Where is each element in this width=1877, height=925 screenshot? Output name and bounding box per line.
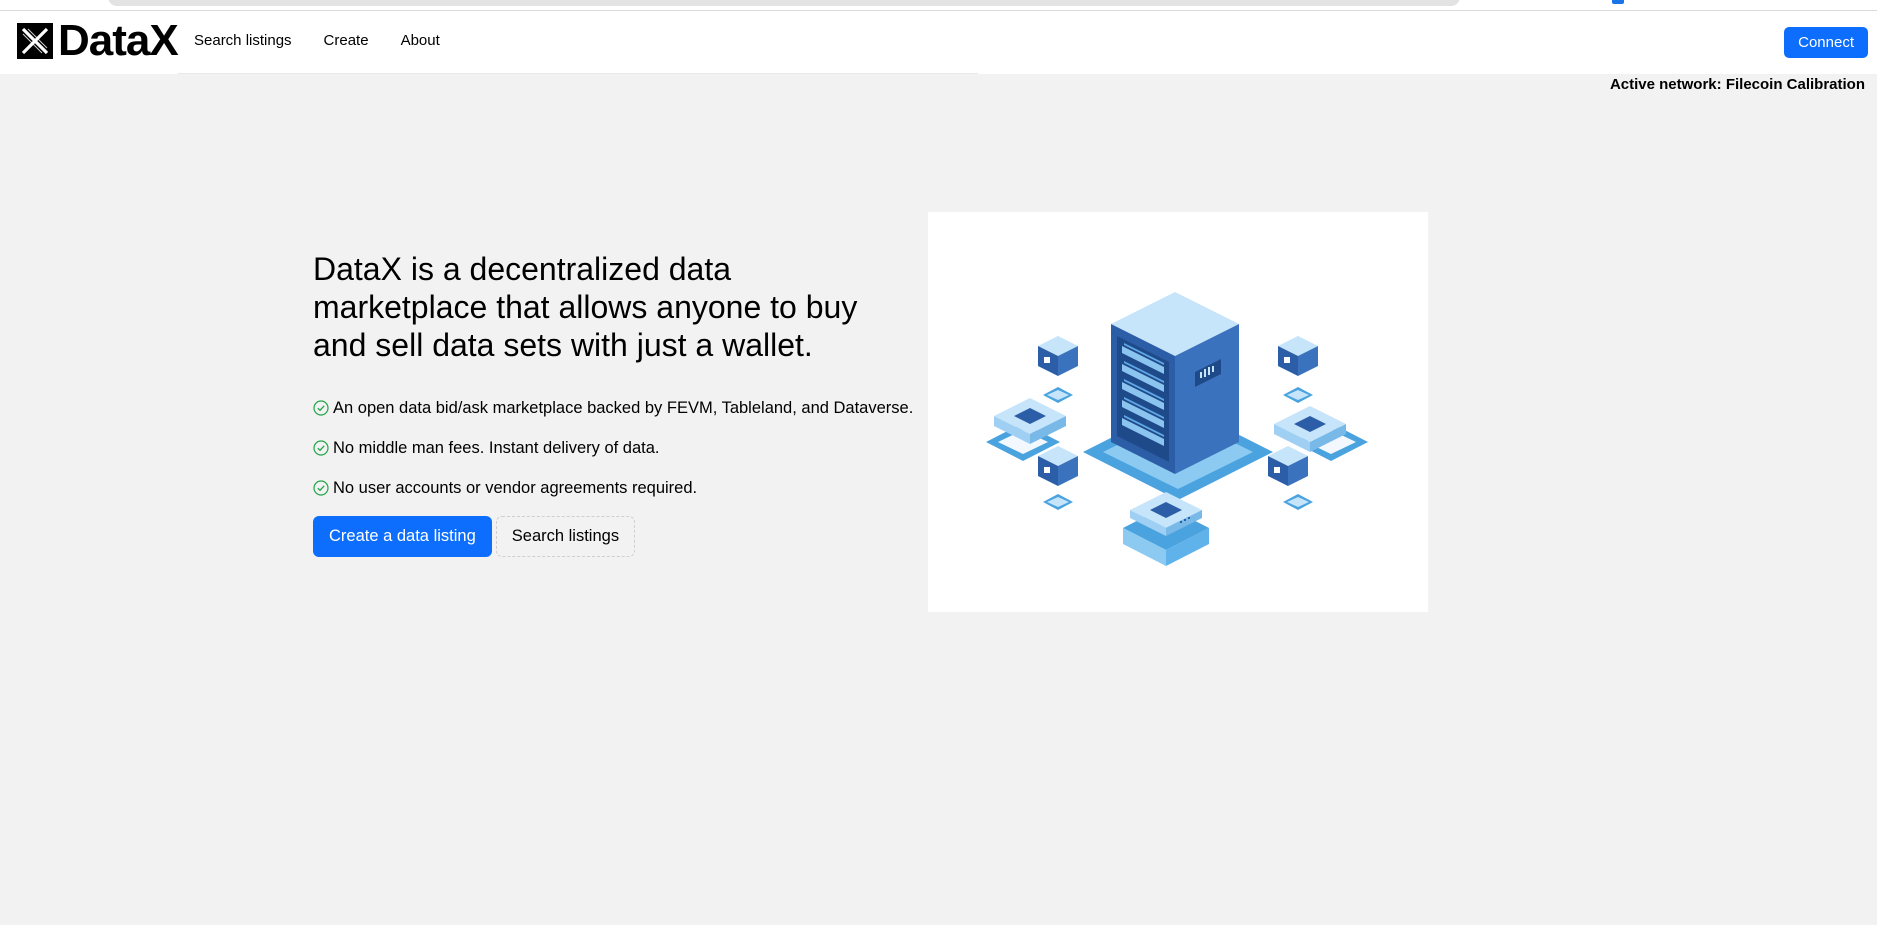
browser-chrome-strip — [0, 0, 1877, 11]
check-circle-icon — [313, 400, 329, 416]
cta-row: Create a data listing Search listings — [313, 516, 933, 557]
server-datacenter-illustration — [928, 212, 1428, 612]
search-listings-button[interactable]: Search listings — [495, 516, 636, 557]
feature-text: An open data bid/ask marketplace backed … — [333, 398, 914, 417]
feature-item: No user accounts or vendor agreements re… — [313, 476, 933, 500]
feature-list: An open data bid/ask marketplace backed … — [313, 396, 933, 500]
top-navbar: DataX Search listings Create About Conne… — [0, 11, 1877, 74]
check-circle-icon — [313, 440, 329, 456]
nav-divider — [178, 73, 978, 74]
main-nav: Search listings Create About — [194, 32, 472, 49]
hero-headline: DataX is a decentralized data marketplac… — [313, 251, 858, 363]
feature-text: No user accounts or vendor agreements re… — [333, 478, 698, 497]
create-listing-button[interactable]: Create a data listing — [313, 516, 492, 557]
nav-search-listings[interactable]: Search listings — [194, 32, 292, 49]
server-tower — [1111, 292, 1239, 474]
feature-item: No middle man fees. Instant delivery of … — [313, 436, 933, 460]
browser-extension-icon[interactable] — [1612, 0, 1624, 4]
active-network-status: Active network: Filecoin Calibration — [1609, 76, 1865, 93]
connect-wallet-button[interactable]: Connect — [1784, 27, 1868, 58]
check-circle-icon — [313, 480, 329, 496]
front-device — [1123, 492, 1209, 566]
feature-item: An open data bid/ask marketplace backed … — [313, 396, 933, 420]
nav-about[interactable]: About — [401, 32, 440, 49]
feature-text: No middle man fees. Instant delivery of … — [333, 438, 660, 457]
browser-address-bar[interactable] — [108, 0, 1460, 6]
brand-name: DataX — [58, 16, 179, 65]
nav-create[interactable]: Create — [324, 32, 369, 49]
hero-section: DataX is a decentralized data marketplac… — [313, 250, 933, 557]
brand-logo[interactable]: DataX — [17, 16, 179, 65]
x-mark-logo-icon — [17, 23, 53, 59]
